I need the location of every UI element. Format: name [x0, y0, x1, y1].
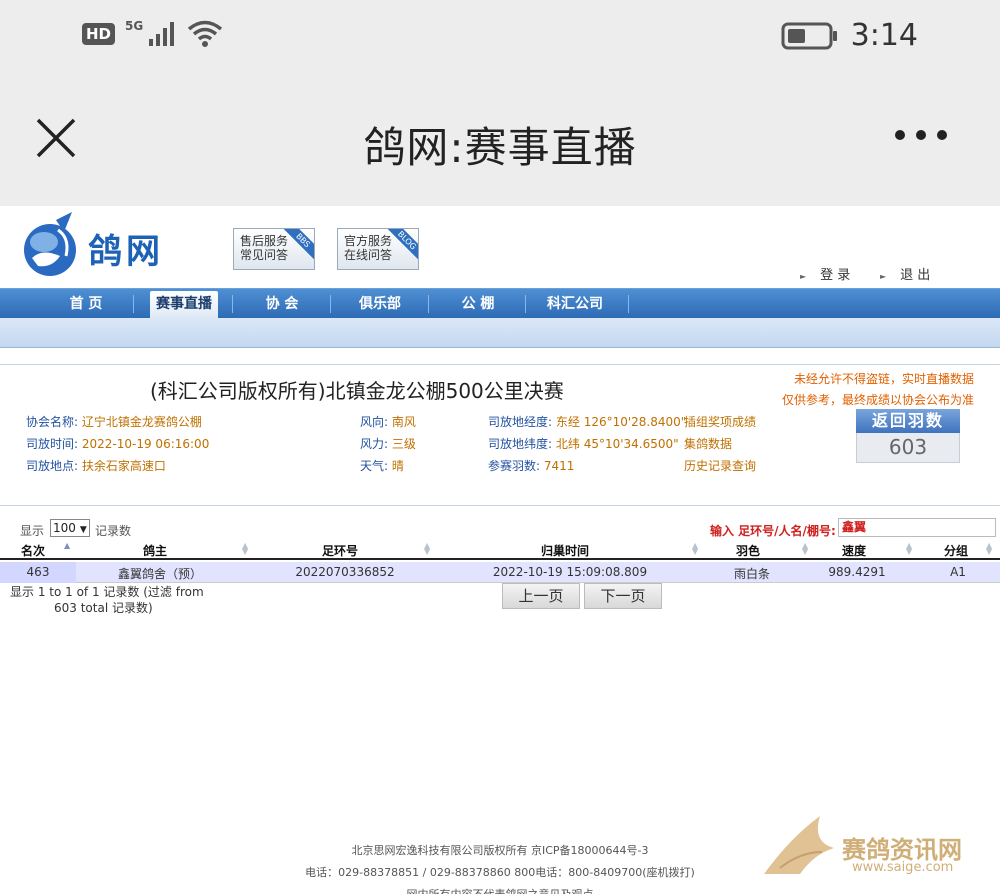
previous-page-button[interactable]: 上一页 — [502, 583, 580, 609]
column-header-color[interactable]: 羽色 — [728, 542, 768, 559]
column-header-arrival-time[interactable]: 归巢时间 — [530, 542, 600, 559]
sort-icon: ▲ ▼ — [802, 541, 809, 556]
basketing-data-link[interactable]: 集鸽数据 — [684, 435, 732, 452]
notice-line1: 未经允许不得盗链，实时直播数据 — [793, 372, 974, 386]
return-count-label: 返回羽数 — [856, 409, 960, 433]
menu-divider — [628, 295, 629, 313]
column-header-group[interactable]: 分组 — [936, 542, 976, 559]
clock-time: 3:14 — [850, 18, 918, 53]
return-count-value: 603 — [856, 433, 960, 463]
cell-group: A1 — [950, 565, 966, 579]
table-info-line1: 显示 1 to 1 of 1 记录数 (过滤 from — [10, 585, 204, 599]
pigeon-watermark-icon — [764, 816, 834, 874]
sort-ascending-icon: ▲ — [64, 541, 71, 550]
logout-link[interactable]: ► 退 出 — [880, 264, 930, 283]
cell-owner: 鑫翼鸽舍（预） — [117, 567, 202, 581]
menu-divider — [133, 295, 134, 313]
login-link[interactable]: ► 登 录 — [800, 264, 850, 283]
service-line2: 在线问答 — [344, 248, 393, 262]
cell-arrival-time: 2022-10-19 15:09:08.809 — [492, 565, 648, 579]
cell-speed: 989.4291 — [828, 565, 886, 579]
menu-divider — [428, 295, 429, 313]
menu-item-live[interactable]: 赛事直播 — [150, 291, 218, 319]
notice-line2: 仅供参考，最终成绩以协会公布为准 — [781, 393, 974, 407]
column-header-rank[interactable]: 名次 — [18, 542, 48, 559]
search-label: 输入 足环号/人名/棚号: — [710, 524, 836, 538]
submenu-bar — [0, 318, 1000, 348]
sort-icon: ▲ ▼ — [242, 541, 249, 556]
sort-icon: ▲ ▼ — [692, 541, 699, 556]
page-length-select[interactable]: 100 ▼ — [50, 519, 90, 537]
globe-dove-logo-icon[interactable] — [22, 212, 82, 278]
return-count-box: 返回羽数 603 — [856, 409, 960, 481]
table-info: 显示 1 to 1 of 1 记录数 (过滤 from 603 total 记录… — [10, 584, 204, 616]
site-header: 鸽网 售后服务 常见问答 BBS 官方服务 在线问答 BLOG ► 登 录 ► 退 … — [0, 206, 1000, 288]
dropdown-arrow-icon: ▼ — [79, 525, 87, 535]
menu-item-home[interactable]: 首 页 — [58, 289, 114, 319]
table-header: 名次 ▲ 鸽主 ▲ ▼ 足环号 ▲ ▼ 归巢时间 ▲ ▼ 羽色 ▲ ▼ 速度 ▲ ▼ 分组… — [0, 540, 1000, 560]
login-label: 登 录 — [820, 268, 851, 283]
menu-divider — [232, 295, 233, 313]
site-logo-text[interactable]: 鸽网 — [88, 224, 164, 273]
menu-divider — [330, 295, 331, 313]
search-input[interactable]: 鑫翼 — [838, 518, 996, 537]
table-info-line2: 603 total 记录数) — [54, 601, 153, 615]
next-page-button[interactable]: 下一页 — [584, 583, 662, 609]
sort-icon: ▲ ▼ — [424, 541, 431, 556]
cell-rank: 463 — [26, 565, 50, 579]
status-bar: HD 5G 3:14 — [0, 0, 1000, 80]
arrow-right-icon: ► — [880, 272, 887, 281]
history-query-link[interactable]: 历史记录查询 — [684, 457, 756, 474]
prize-results-link[interactable]: 插组奖项成绩 — [684, 413, 756, 430]
column-header-speed[interactable]: 速度 — [834, 542, 874, 559]
cell-color: 雨白条 — [733, 567, 770, 581]
table-row[interactable]: 463 鑫翼鸽舍（预） 2022070336852 2022-10-19 15:… — [0, 562, 1000, 583]
page-title: 鸽网:赛事直播 — [363, 123, 637, 172]
show-label: 显示 — [20, 524, 45, 538]
column-header-ring[interactable]: 足环号 — [310, 542, 370, 559]
watermark: 赛鸽资讯网 www.saige.com — [760, 808, 980, 888]
battery-icon — [781, 22, 837, 49]
arrow-right-icon: ► — [800, 272, 807, 281]
browser-nav-bar: 鸽网:赛事直播 — [0, 80, 1000, 206]
menu-item-association[interactable]: 协 会 — [254, 289, 310, 319]
race-title: (科汇公司版权所有)北镇金龙公棚500公里决赛 — [150, 379, 564, 403]
more-options-icon[interactable] — [894, 120, 948, 150]
longitude-info: 司放地经度: 东经 126°10'28.8400" — [488, 415, 687, 429]
table-controls: 显示 100 ▼ 记录数 输入 足环号/人名/棚号: 鑫翼 — [0, 518, 1000, 540]
menu-divider — [525, 295, 526, 313]
service-line2: 常见问答 — [240, 248, 289, 262]
wind-direction-info: 风向: 南风 — [360, 415, 416, 429]
sort-icon: ▲ ▼ — [906, 541, 913, 556]
status-left: HD 5G — [82, 19, 223, 48]
logout-label: 退 出 — [900, 268, 931, 283]
sort-icon: ▲ ▼ — [986, 541, 993, 556]
release-time-info: 司放时间: 2022-10-19 06:16:00 — [26, 437, 210, 451]
wind-force-info: 风力: 三级 — [360, 437, 416, 451]
entries-info: 参赛羽数: 7411 — [488, 459, 575, 473]
signal-icon — [149, 22, 175, 46]
weather-info: 天气: 晴 — [360, 459, 404, 473]
menu-item-club[interactable]: 俱乐部 — [350, 289, 410, 319]
menu-item-loft[interactable]: 公 棚 — [450, 289, 506, 319]
column-header-owner[interactable]: 鸽主 — [130, 542, 180, 559]
watermark-url: www.saige.com — [852, 860, 954, 875]
after-sales-service-button[interactable]: 售后服务 常见问答 BBS — [233, 228, 315, 270]
main-menu: 首 页 赛事直播 协 会 俱乐部 公 棚 科汇公司 — [0, 288, 1000, 319]
records-label: 记录数 — [95, 524, 132, 538]
network-type-label: 5G — [125, 19, 144, 33]
status-right: 3:14 — [781, 18, 918, 53]
wifi-icon — [188, 20, 223, 47]
cell-ring: 2022070336852 — [295, 565, 395, 579]
race-info-panel: (科汇公司版权所有)北镇金龙公棚500公里决赛 协会名称: 辽宁北镇金龙赛鸽公棚… — [0, 364, 1000, 506]
association-info: 协会名称: 辽宁北镇金龙赛鸽公棚 — [26, 415, 202, 429]
hd-badge: HD — [82, 23, 116, 45]
menu-item-kehui[interactable]: 科汇公司 — [540, 289, 610, 319]
latitude-info: 司放地纬度: 北纬 45°10'34.6500" — [488, 437, 679, 451]
official-service-button[interactable]: 官方服务 在线问答 BLOG — [337, 228, 419, 270]
release-place-info: 司放地点: 扶余石家高速口 — [26, 459, 166, 473]
